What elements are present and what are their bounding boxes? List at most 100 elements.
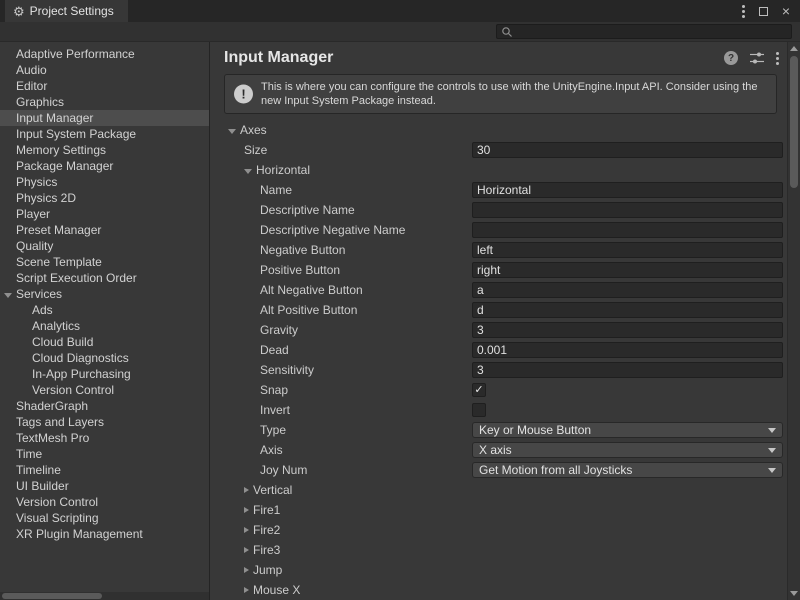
sidebar-item-visual-scripting[interactable]: Visual Scripting [0, 510, 209, 526]
sidebar-item-quality[interactable]: Quality [0, 238, 209, 254]
field-name[interactable] [472, 182, 783, 198]
sidebar-item-label: Analytics [32, 319, 80, 333]
foldout-open-icon[interactable] [4, 293, 12, 298]
maximize-icon[interactable] [759, 7, 768, 16]
property-row-negative-button: Negative Button [210, 240, 787, 260]
field-descriptive-name[interactable] [472, 202, 783, 218]
field-alt-positive-button[interactable] [472, 302, 783, 318]
sidebar-item-physics[interactable]: Physics [0, 174, 209, 190]
property-label[interactable]: Fire2 [253, 523, 280, 537]
sidebar-item-physics-2d[interactable]: Physics 2D [0, 190, 209, 206]
search-input[interactable] [516, 26, 787, 38]
sidebar-item-version-control[interactable]: Version Control [0, 382, 209, 398]
foldout-closed-icon[interactable] [244, 567, 249, 573]
dropdown-joy-num[interactable]: Get Motion from all Joysticks [472, 462, 783, 478]
kebab-menu-icon[interactable] [742, 5, 745, 18]
tab-project-settings[interactable]: ⚙ Project Settings [5, 0, 128, 22]
sidebar-item-audio[interactable]: Audio [0, 62, 209, 78]
sidebar-item-package-manager[interactable]: Package Manager [0, 158, 209, 174]
field-alt-negative-button[interactable] [472, 282, 783, 298]
chevron-down-icon [768, 428, 776, 433]
dropdown-type[interactable]: Key or Mouse Button [472, 422, 783, 438]
sidebar-item-label: ShaderGraph [16, 399, 88, 413]
sidebar-item-input-manager[interactable]: Input Manager [0, 110, 209, 126]
field-dead[interactable] [472, 342, 783, 358]
foldout-closed-icon[interactable] [244, 587, 249, 593]
field-negative-button[interactable] [472, 242, 783, 258]
field-positive-button[interactable] [472, 262, 783, 278]
field-gravity[interactable] [472, 322, 783, 338]
horizontal-scrollbar-thumb[interactable] [2, 593, 102, 599]
sidebar-item-version-control[interactable]: Version Control [0, 494, 209, 510]
property-label[interactable]: Horizontal [256, 163, 310, 177]
foldout-open-icon[interactable] [228, 129, 236, 134]
foldout-closed-icon[interactable] [244, 487, 249, 493]
sidebar-item-textmesh-pro[interactable]: TextMesh Pro [0, 430, 209, 446]
sidebar-item-time[interactable]: Time [0, 446, 209, 462]
vertical-scrollbar-thumb[interactable] [790, 56, 798, 188]
property-label[interactable]: Axes [240, 123, 267, 137]
sidebar-item-label: Time [16, 447, 42, 461]
property-label[interactable]: Jump [253, 563, 282, 577]
scroll-up-icon[interactable] [790, 46, 798, 51]
sidebar-item-script-execution-order[interactable]: Script Execution Order [0, 270, 209, 286]
foldout-closed-icon[interactable] [244, 507, 249, 513]
search-icon [501, 26, 513, 38]
sidebar-item-memory-settings[interactable]: Memory Settings [0, 142, 209, 158]
field-descriptive-negative-name[interactable] [472, 222, 783, 238]
sidebar-item-tags-and-layers[interactable]: Tags and Layers [0, 414, 209, 430]
sidebar-item-cloud-build[interactable]: Cloud Build [0, 334, 209, 350]
property-label[interactable]: Vertical [253, 483, 292, 497]
sidebar-item-label: Timeline [16, 463, 61, 477]
property-row-horizontal: Horizontal [210, 160, 787, 180]
dropdown-axis[interactable]: X axis [472, 442, 783, 458]
sidebar-item-timeline[interactable]: Timeline [0, 462, 209, 478]
sidebar-item-analytics[interactable]: Analytics [0, 318, 209, 334]
sidebar-item-shadergraph[interactable]: ShaderGraph [0, 398, 209, 414]
sidebar-item-services[interactable]: Services [0, 286, 209, 302]
foldout-closed-icon[interactable] [244, 547, 249, 553]
sidebar-item-preset-manager[interactable]: Preset Manager [0, 222, 209, 238]
sidebar-item-ads[interactable]: Ads [0, 302, 209, 318]
sidebar-item-label: Tags and Layers [16, 415, 104, 429]
chevron-down-icon [768, 448, 776, 453]
sidebar-item-adaptive-performance[interactable]: Adaptive Performance [0, 46, 209, 62]
property-label[interactable]: Fire3 [253, 543, 280, 557]
field-sensitivity[interactable] [472, 362, 783, 378]
sidebar-item-label: Version Control [32, 383, 114, 397]
property-field [472, 182, 783, 198]
sidebar-item-player[interactable]: Player [0, 206, 209, 222]
settings-toolbar [0, 22, 800, 42]
search-box[interactable] [496, 24, 792, 39]
sidebar-item-graphics[interactable]: Graphics [0, 94, 209, 110]
sidebar-item-label: In-App Purchasing [32, 367, 131, 381]
sidebar-item-editor[interactable]: Editor [0, 78, 209, 94]
foldout-open-icon[interactable] [244, 169, 252, 174]
property-row-sensitivity: Sensitivity [210, 360, 787, 380]
sidebar-item-xr-plugin-management[interactable]: XR Plugin Management [0, 526, 209, 542]
horizontal-scrollbar[interactable] [0, 592, 209, 600]
sidebar-item-label: Scene Template [16, 255, 102, 269]
vertical-scrollbar[interactable] [787, 42, 800, 600]
sidebar-item-in-app-purchasing[interactable]: In-App Purchasing [0, 366, 209, 382]
info-text: This is where you can configure the cont… [261, 81, 758, 107]
field-size[interactable] [472, 142, 783, 158]
checkbox-snap[interactable]: ✓ [472, 383, 486, 397]
sidebar-item-ui-builder[interactable]: UI Builder [0, 478, 209, 494]
property-field: Get Motion from all Joysticks [472, 462, 783, 478]
context-menu-icon[interactable] [776, 52, 779, 65]
sidebar-item-cloud-diagnostics[interactable]: Cloud Diagnostics [0, 350, 209, 366]
close-icon[interactable]: × [782, 4, 790, 18]
checkbox-invert[interactable] [472, 403, 486, 417]
sidebar-item-label: Script Execution Order [16, 271, 137, 285]
presets-icon[interactable] [750, 52, 764, 64]
property-label[interactable]: Mouse X [253, 583, 300, 597]
scroll-down-icon[interactable] [790, 591, 798, 596]
help-icon[interactable]: ? [724, 51, 738, 65]
sidebar-item-scene-template[interactable]: Scene Template [0, 254, 209, 270]
tab-title: Project Settings [30, 4, 114, 18]
foldout-closed-icon[interactable] [244, 527, 249, 533]
property-label[interactable]: Fire1 [253, 503, 280, 517]
property-field [472, 142, 783, 158]
sidebar-item-input-system-package[interactable]: Input System Package [0, 126, 209, 142]
